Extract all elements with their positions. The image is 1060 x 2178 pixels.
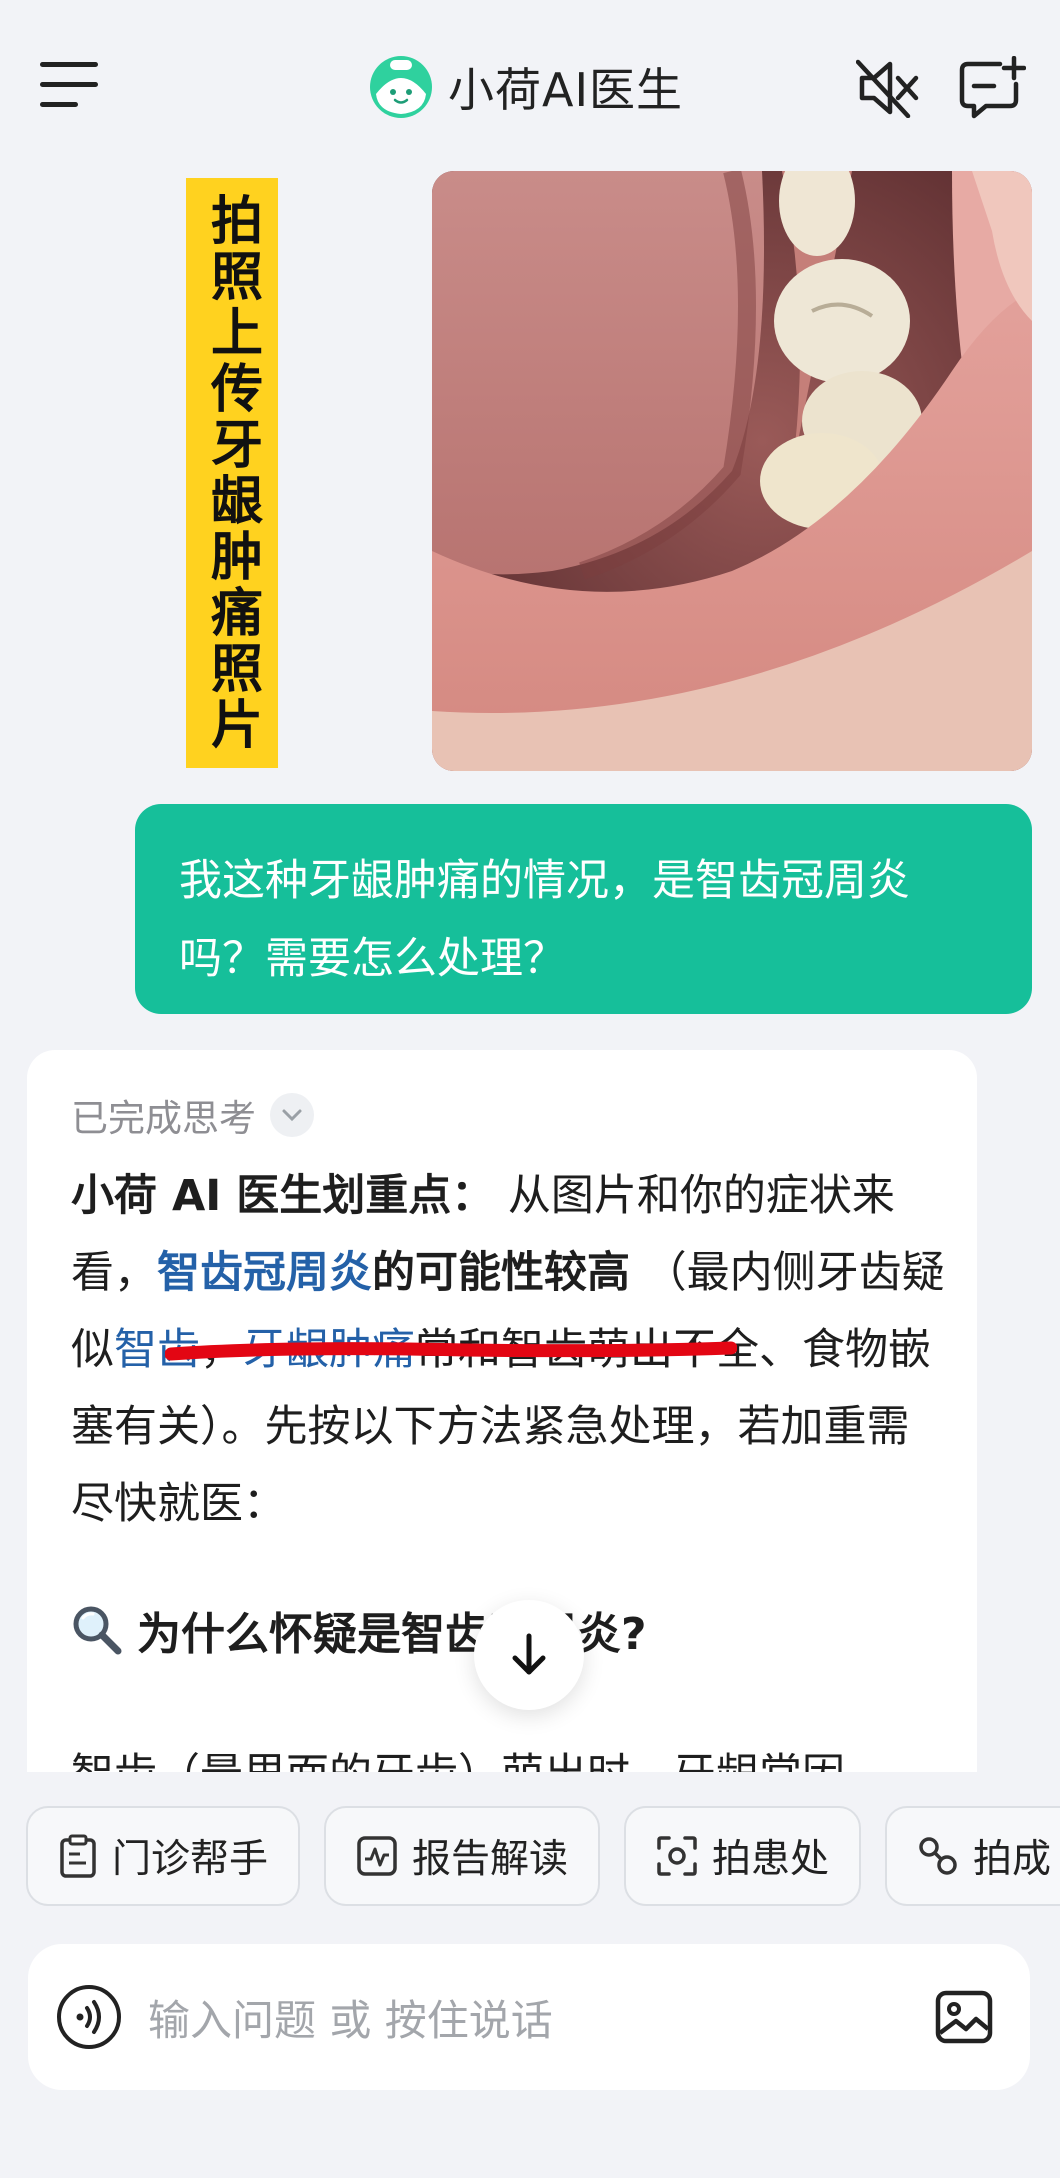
chip-label: 拍患处 (712, 1837, 830, 1882)
new-chat-icon[interactable] (958, 56, 1026, 120)
message-input-bar: 输入问题 或 按住说话 (28, 1944, 1030, 2090)
magnifier-icon (73, 1606, 122, 1655)
quick-actions: 门诊帮手 报告解读 拍患处 拍成 (26, 1806, 1060, 1910)
chip-clinic-helper[interactable]: 门诊帮手 (26, 1806, 301, 1906)
message-input[interactable]: 输入问题 或 按住说话 (148, 1987, 934, 2048)
red-underline-annotation (165, 1341, 737, 1361)
answer-lead: 小荷 AI 医生划重点： (71, 1171, 495, 1221)
chip-label: 拍成 (973, 1837, 1052, 1882)
pill-icon (919, 1837, 957, 1875)
answer-continuation: 智齿（最里面的牙齿）萌出时，牙龈常因 (71, 1740, 845, 1772)
photo-banner: 拍照上传牙龈肿痛照片 (186, 178, 278, 768)
clipboard-icon (60, 1834, 96, 1878)
voice-icon[interactable] (56, 1984, 122, 2050)
app-brand: 小荷AI医生 (368, 52, 683, 122)
chip-report-interpretation[interactable]: 报告解读 (324, 1806, 601, 1906)
app-title: 小荷AI医生 (448, 63, 684, 117)
link-pericoronitis[interactable]: 智齿冠周炎 (157, 1248, 372, 1298)
scan-icon (657, 1836, 697, 1876)
chip-photo-affected-area[interactable]: 拍患处 (624, 1806, 862, 1906)
chevron-down-icon[interactable] (270, 1093, 314, 1137)
photo-banner-text: 拍照上传牙龈肿痛照片 (201, 193, 262, 753)
thinking-label: 已完成思考 (71, 1097, 256, 1140)
report-icon (357, 1836, 397, 1876)
logo-icon (370, 56, 432, 118)
answer-diagnosis: 的可能性较高 (372, 1248, 630, 1298)
user-message-text: 我这种牙龈肿痛的情况，是智齿冠周炎吗？需要怎么处理？ (179, 856, 910, 984)
thinking-toggle[interactable]: 已完成思考 (71, 1088, 314, 1142)
menu-icon[interactable] (40, 62, 100, 108)
mute-icon[interactable] (856, 58, 920, 118)
user-message-bubble: 我这种牙龈肿痛的情况，是智齿冠周炎吗？需要怎么处理？ (135, 804, 1032, 1014)
chip-label: 报告解读 (412, 1837, 569, 1882)
scroll-to-bottom-button[interactable] (474, 1600, 584, 1710)
chip-photo-medicine[interactable]: 拍成 (885, 1806, 1060, 1906)
uploaded-photo[interactable] (432, 171, 1032, 771)
arrow-down-icon (512, 1633, 546, 1675)
chip-label: 门诊帮手 (112, 1837, 269, 1882)
image-upload-icon[interactable] (934, 1987, 994, 2047)
